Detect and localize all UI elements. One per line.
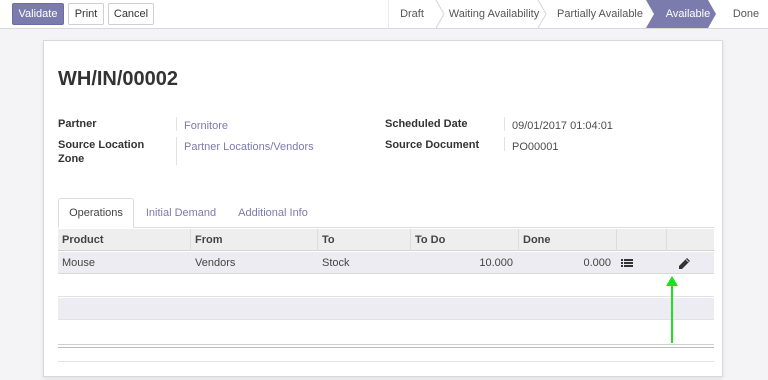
stage-partially-available[interactable]: Partially Available [546, 0, 654, 28]
field-divider [176, 137, 177, 165]
cell-to: Stock [322, 257, 350, 269]
cell-from: Vendors [195, 257, 236, 269]
table-footer-line [58, 344, 714, 345]
source-location-value[interactable]: Partner Locations/Vendors [184, 140, 314, 154]
column-from[interactable]: From [191, 229, 318, 251]
column-todo[interactable]: To Do [411, 229, 519, 251]
cell-todo: 10.000 [479, 257, 513, 269]
tab-operations[interactable]: Operations [58, 198, 134, 228]
row-edit-button[interactable] [667, 252, 714, 274]
source-document-label: Source Document [385, 139, 480, 151]
print-button[interactable]: Print [68, 3, 104, 25]
cell-product: Mouse [62, 257, 96, 269]
cancel-button[interactable]: Cancel [108, 3, 154, 25]
empty-row [58, 275, 714, 297]
control-panel: Validate Print Cancel Draft Waiting Avai… [0, 0, 768, 29]
scheduled-date-value[interactable]: 09/01/2017 01:04:01 [512, 119, 613, 133]
stage-draft[interactable]: Draft [390, 0, 434, 28]
column-done[interactable]: Done [519, 229, 617, 251]
field-divider [504, 137, 505, 151]
partner-value[interactable]: Fornitore [184, 119, 228, 133]
source-document-value[interactable]: PO00001 [512, 140, 558, 154]
column-edit [667, 229, 714, 251]
record-title: WH/IN/00002 [58, 68, 179, 90]
row-detail-button[interactable] [617, 252, 667, 274]
operations-table-header: Product From To To Do Done [58, 229, 714, 251]
tab-additional-info[interactable]: Additional Info [230, 198, 316, 228]
column-to[interactable]: To [318, 229, 411, 251]
tab-initial-demand[interactable]: Initial Demand [140, 198, 222, 228]
table-footer-line [58, 347, 714, 348]
column-product[interactable]: Product [58, 229, 191, 251]
partner-label: Partner [58, 118, 97, 130]
field-divider [176, 117, 177, 131]
source-location-label: Source Location Zone [58, 139, 145, 165]
table-footer-line [58, 361, 714, 362]
list-icon [621, 259, 633, 267]
cell-done: 0.000 [583, 257, 611, 269]
column-detail [617, 229, 667, 251]
empty-row [58, 298, 714, 320]
form-sheet: WH/IN/00002 Partner Fornitore Source Loc… [43, 40, 723, 377]
stage-done[interactable]: Done [724, 0, 768, 28]
scheduled-date-label: Scheduled Date [385, 118, 468, 130]
empty-row [58, 321, 714, 343]
pencil-icon [679, 257, 690, 269]
arrow-up-icon [666, 276, 678, 343]
validate-button[interactable]: Validate [12, 3, 64, 25]
field-divider [504, 117, 505, 131]
stage-available[interactable]: Available [656, 0, 720, 28]
table-row[interactable]: Mouse Vendors Stock 10.000 0.000 [58, 252, 714, 274]
stage-waiting-availability[interactable]: Waiting Availability [444, 0, 544, 28]
